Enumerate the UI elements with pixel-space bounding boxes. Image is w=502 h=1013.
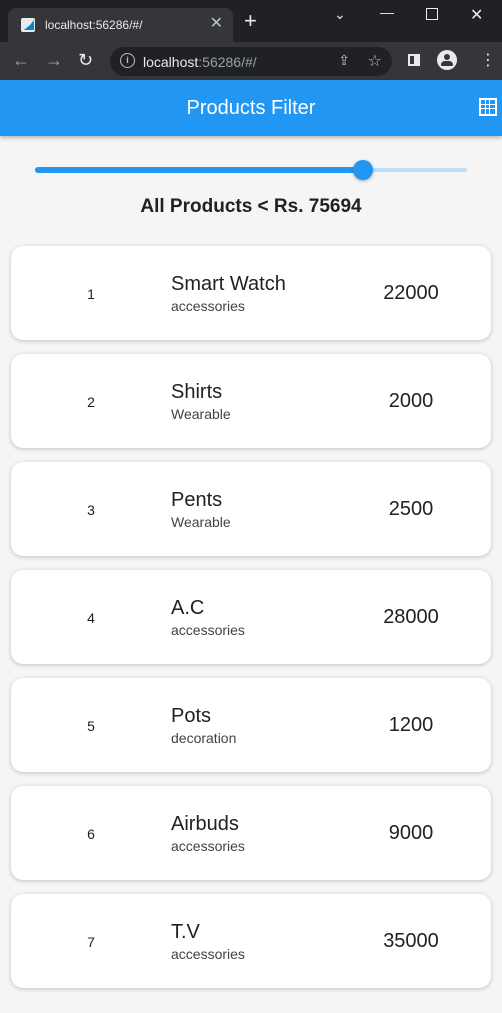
grid-view-icon[interactable]: [479, 98, 497, 116]
product-price: 9000: [388, 822, 434, 844]
window-close-icon[interactable]: ✕: [470, 5, 483, 25]
url-host: localhost: [143, 54, 199, 70]
product-category: Wearable: [171, 514, 231, 530]
product-index: 2: [87, 394, 95, 410]
product-card[interactable]: 4 A.C accessories 28000: [11, 570, 491, 664]
side-panel-icon[interactable]: [408, 54, 420, 66]
filter-label: All Products < Rs. 75694: [140, 196, 362, 217]
slider-thumb[interactable]: [353, 160, 374, 180]
price-slider[interactable]: [35, 160, 467, 180]
site-info-icon[interactable]: i: [120, 53, 135, 68]
product-category: accessories: [171, 298, 245, 314]
browser-menu-icon[interactable]: ⋮: [480, 52, 496, 70]
product-name: Smart Watch: [171, 273, 286, 295]
product-price: 28000: [383, 606, 439, 628]
product-name: A.C: [171, 597, 205, 619]
tab-title: localhost:56286/#/: [45, 18, 143, 32]
product-name: Pents: [171, 489, 223, 511]
tab-search-chevron-icon[interactable]: ⌄: [334, 6, 346, 23]
back-arrow-icon[interactable]: ←: [12, 50, 30, 70]
product-index: 7: [87, 934, 95, 950]
url-path: :56286/#/: [198, 54, 257, 70]
product-card[interactable]: 7 T.V accessories 35000: [11, 894, 491, 988]
product-index: 3: [87, 502, 95, 518]
maximize-icon[interactable]: [426, 8, 438, 20]
address-url[interactable]: localhost:56286/#/: [143, 54, 257, 70]
minimize-icon[interactable]: —: [380, 4, 394, 20]
product-category: accessories: [171, 838, 245, 854]
product-price: 35000: [383, 930, 439, 952]
product-index: 4: [87, 610, 95, 626]
tab-close-icon[interactable]: ✕: [210, 14, 223, 34]
product-name: T.V: [171, 921, 200, 943]
bookmark-star-icon[interactable]: ☆: [368, 51, 382, 71]
product-price: 2000: [388, 390, 434, 412]
product-category: accessories: [171, 946, 245, 962]
product-name: Shirts: [171, 381, 223, 403]
flutter-favicon-icon: [21, 18, 35, 32]
product-index: 1: [87, 286, 95, 302]
product-list: 1 Smart Watch accessories 22000 2 Shirts Weara…: [11, 246, 491, 1002]
product-card[interactable]: 6 Airbuds accessories 9000: [11, 786, 491, 880]
product-index: 5: [87, 718, 95, 734]
app-bar: Products Filter: [0, 80, 502, 136]
forward-arrow-icon[interactable]: →: [45, 50, 63, 70]
product-card[interactable]: 2 Shirts Wearable 2000: [11, 354, 491, 448]
product-card[interactable]: 1 Smart Watch accessories 22000: [11, 246, 491, 340]
product-card[interactable]: 3 Pents Wearable 2500: [11, 462, 491, 556]
product-price: 2500: [388, 498, 434, 520]
share-icon[interactable]: ⇪: [338, 52, 350, 69]
product-category: decoration: [171, 730, 237, 746]
address-bar[interactable]: i localhost:56286/#/ ⇪ ☆: [110, 47, 392, 76]
slider-active-track: [35, 167, 364, 173]
product-name: Airbuds: [171, 813, 239, 835]
product-category: accessories: [171, 622, 245, 638]
browser-toolbar: ← → ↻ i localhost:56286/#/ ⇪ ☆ ⋮: [0, 42, 502, 80]
product-price: 1200: [388, 714, 434, 736]
product-card[interactable]: 5 Pots decoration 1200: [11, 678, 491, 772]
browser-tab-bar: localhost:56286/#/ ✕ + ⌄ — ✕: [0, 0, 502, 42]
product-category: Wearable: [171, 406, 231, 422]
profile-avatar-icon[interactable]: [437, 50, 457, 70]
product-index: 6: [87, 826, 95, 842]
product-name: Pots: [171, 705, 212, 727]
page-title: Products Filter: [186, 97, 316, 119]
product-price: 22000: [383, 282, 439, 304]
reload-icon[interactable]: ↻: [78, 50, 93, 70]
new-tab-button[interactable]: +: [244, 10, 257, 32]
browser-tab[interactable]: localhost:56286/#/ ✕: [8, 8, 233, 42]
